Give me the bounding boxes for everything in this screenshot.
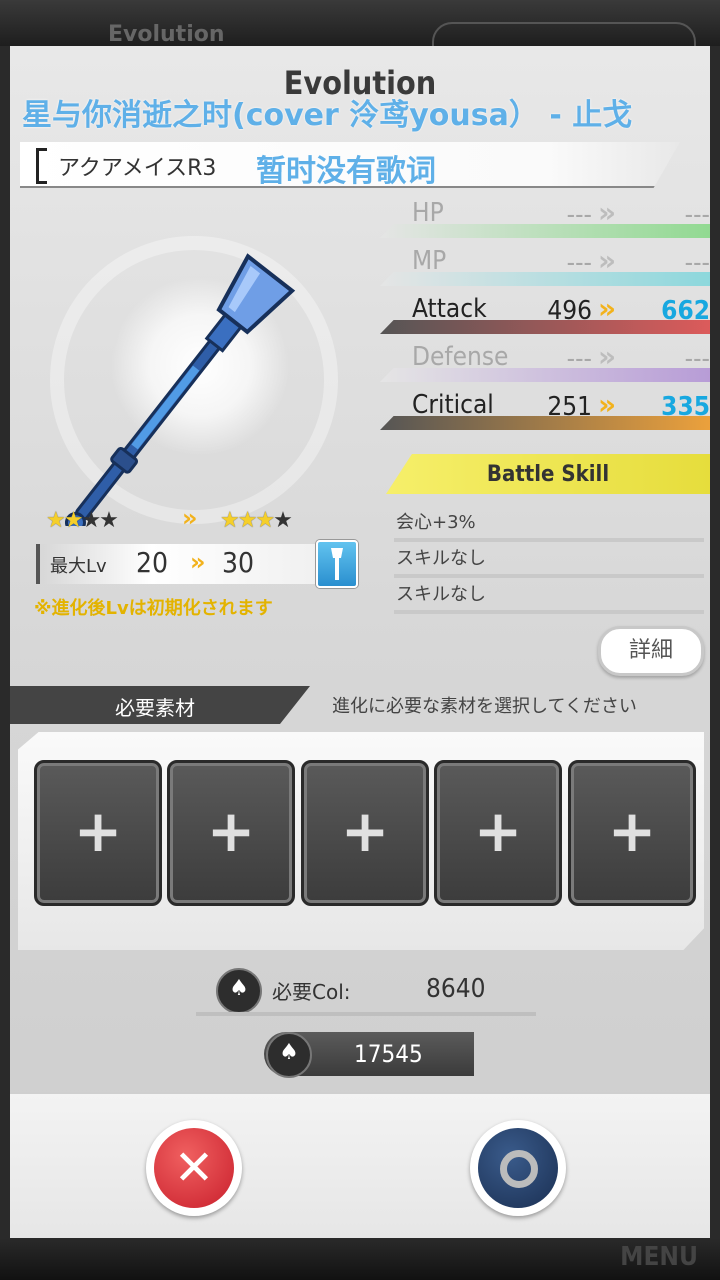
- background-title: Evolution: [108, 22, 225, 47]
- max-level-label: 最大Lv: [50, 556, 107, 577]
- chevron-right-icon: »: [598, 292, 617, 325]
- stat-before: 251: [547, 392, 592, 422]
- circle-icon: [500, 1150, 538, 1188]
- stat-row-defense: Defense --- » ---: [370, 340, 710, 386]
- background-header: Evolution: [0, 0, 720, 66]
- stat-row-mp: MP --- » ---: [370, 244, 710, 290]
- skill-text: スキルなし: [396, 584, 486, 605]
- stat-before: ---: [566, 200, 592, 230]
- stat-label: HP: [412, 198, 444, 228]
- stat-row-attack: Attack 496 » 662: [370, 292, 710, 338]
- max-level-bar: 最大Lv 20 » 30: [36, 544, 320, 584]
- details-button[interactable]: 詳細: [598, 626, 704, 676]
- skill-row: スキルなし: [394, 540, 704, 578]
- required-materials-title: 必要素材: [115, 696, 195, 720]
- battle-skill-header: Battle Skill: [386, 454, 710, 494]
- stat-before: ---: [566, 344, 592, 374]
- chevron-right-icon: »: [182, 504, 198, 532]
- background-menu-label: MENU: [620, 1242, 698, 1272]
- chevron-right-icon: »: [598, 340, 617, 373]
- stat-label: Critical: [412, 390, 494, 420]
- level-reset-note: ※進化後Lvは初期化されます: [34, 598, 273, 619]
- required-materials-header: 必要素材: [10, 686, 310, 724]
- stat-before: 496: [547, 296, 592, 326]
- level-after: 30: [222, 546, 255, 579]
- owned-col-value: 17545: [354, 1040, 423, 1068]
- plus-icon: +: [206, 797, 256, 865]
- stat-row-hp: HP --- » ---: [370, 196, 710, 242]
- stat-after: ---: [684, 200, 710, 230]
- rarity-before: ★★★★: [46, 508, 119, 533]
- skill-row: スキルなし: [394, 576, 704, 614]
- chevron-right-icon: »: [598, 244, 617, 277]
- bracket-decoration: [36, 148, 47, 184]
- filled-stars: ★★: [46, 508, 83, 533]
- stat-label: Attack: [412, 294, 487, 324]
- stat-after: ---: [684, 248, 710, 278]
- money-bag-icon: ♠: [266, 1032, 312, 1078]
- empty-stars: ★★: [81, 508, 118, 533]
- plus-icon: +: [73, 797, 123, 865]
- material-slot[interactable]: +: [434, 760, 562, 906]
- filled-stars: ★★★: [220, 508, 275, 533]
- stat-after: 335: [661, 392, 710, 422]
- required-col-row: ♠ 必要Col: 8640: [196, 968, 556, 1016]
- chevron-right-icon: »: [598, 196, 617, 229]
- lyric-overlay-line2: 暂时没有歌词: [256, 154, 436, 189]
- money-bag-icon: ♠: [216, 968, 262, 1014]
- plus-icon: +: [473, 797, 523, 865]
- material-slot[interactable]: +: [301, 760, 429, 906]
- stat-label: MP: [412, 246, 447, 276]
- lyric-overlay-line1: 星与你消逝之时(cover 泠鸢yousa） - 止戈: [22, 98, 633, 133]
- stat-label: Defense: [412, 342, 509, 372]
- mace-thumbnail-icon: [316, 540, 358, 588]
- stat-after: 662: [661, 296, 710, 326]
- stat-after: ---: [684, 344, 710, 374]
- plus-icon: +: [340, 797, 390, 865]
- stat-row-critical: Critical 251 » 335: [370, 388, 710, 434]
- materials-hint: 進化に必要な素材を選択してください: [332, 696, 637, 717]
- mace-weapon-icon: [64, 253, 296, 526]
- skill-text: スキルなし: [396, 548, 486, 569]
- plus-icon: +: [607, 797, 657, 865]
- battle-skill-title: Battle Skill: [486, 462, 610, 487]
- evolution-dialog: Evolution アクアメイスR3 星与你消逝之时(cover 泠鸢yousa…: [10, 46, 710, 1238]
- divider: [196, 1012, 536, 1016]
- material-slot[interactable]: +: [34, 760, 162, 906]
- stat-before: ---: [566, 248, 592, 278]
- level-before: 20: [136, 546, 169, 579]
- details-label: 詳細: [628, 638, 673, 663]
- chevron-right-icon: »: [598, 388, 617, 421]
- material-slot[interactable]: +: [568, 760, 696, 906]
- cancel-button[interactable]: ✕: [146, 1120, 242, 1216]
- dialog-footer: ✕: [10, 1092, 710, 1238]
- empty-stars: ★: [273, 508, 293, 533]
- required-col-label: 必要Col:: [272, 980, 351, 1004]
- close-icon: ✕: [173, 1140, 215, 1196]
- skill-text: 会心+3%: [396, 512, 476, 533]
- owned-col-row: ♠ 17545: [264, 1032, 474, 1078]
- chevron-right-icon: »: [190, 548, 206, 576]
- rarity-after: ★★★★: [220, 508, 293, 533]
- skill-row: 会心+3%: [394, 504, 704, 542]
- background-footer: MENU: [0, 1238, 720, 1280]
- required-col-value: 8640: [426, 974, 486, 1004]
- material-slot[interactable]: +: [167, 760, 295, 906]
- confirm-button[interactable]: [470, 1120, 566, 1216]
- item-name: アクアメイスR3: [58, 156, 217, 181]
